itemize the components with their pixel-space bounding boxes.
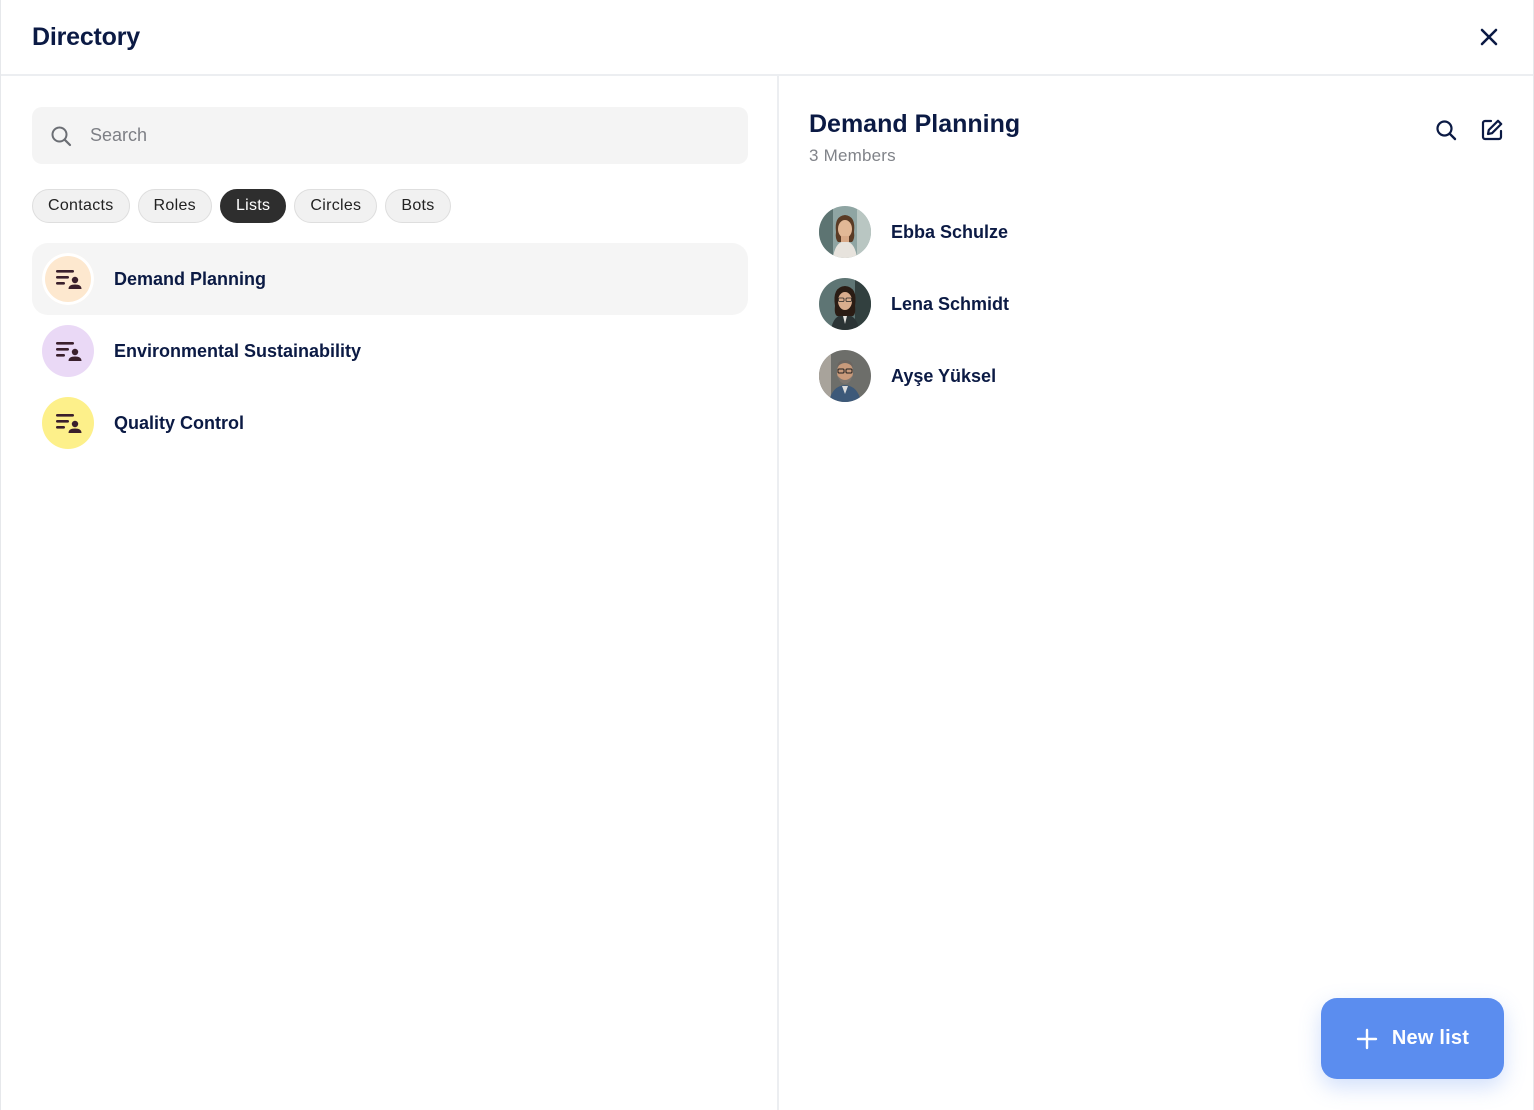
chip-label: Bots [401,197,435,214]
page-title: Directory [32,22,140,51]
search-icon [51,126,72,146]
avatar [819,350,871,402]
member-name: Lena Schmidt [891,293,1010,314]
search-input[interactable] [90,125,710,146]
member-count: 3 Members [809,146,896,165]
edit-icon [1481,119,1503,141]
list-person-icon [56,342,82,361]
search-box[interactable] [32,107,748,164]
filter-chips: Contacts Roles Lists Circles Bots [32,189,451,223]
chip-label: Contacts [48,197,114,214]
list-label: Demand Planning [114,268,267,289]
search-icon [1436,120,1457,141]
avatar-photo [819,350,871,402]
chip-circles[interactable]: Circles [294,189,378,223]
list-label: Quality Control [114,412,244,433]
list-item-quality-control[interactable]: Quality Control [32,387,748,459]
member-row[interactable]: Ayşe Yüksel [819,340,1499,412]
close-icon [1480,28,1498,46]
plus-icon [1356,1028,1378,1049]
member-name: Ayşe Yüksel [891,365,997,386]
avatar-photo [819,206,871,258]
close-button[interactable] [1475,23,1503,51]
chip-lists[interactable]: Lists [219,189,287,223]
member-name: Ebba Schulze [891,221,1009,242]
list-person-icon [56,270,82,289]
list-item-demand-planning[interactable]: Demand Planning [32,243,748,315]
new-list-label: New list [1391,1027,1470,1049]
avatar [819,278,871,330]
new-list-button[interactable]: New list [1321,998,1504,1079]
avatar-photo [819,278,871,330]
member-row[interactable]: Lena Schmidt [819,268,1499,340]
avatar [819,206,871,258]
left-pane: Contacts Roles Lists Circles Bots Demand… [1,76,779,1110]
detail-title: Demand Planning [809,110,1021,138]
list-person-icon [56,414,82,433]
list-avatar [42,325,94,377]
edit-list-button[interactable] [1478,116,1506,144]
chip-label: Circles [310,197,362,214]
search-members-button[interactable] [1432,116,1460,144]
chip-label: Lists [235,197,271,214]
member-row[interactable]: Ebba Schulze [819,196,1499,268]
chip-bots[interactable]: Bots [385,189,451,223]
list-collection: Demand Planning Environmental Sustainabi… [32,243,748,459]
chip-contacts[interactable]: Contacts [32,189,130,223]
detail-pane: Demand Planning 3 Members Ebba Schulze L… [781,76,1534,1110]
list-label: Environmental Sustainability [114,340,362,361]
member-list: Ebba Schulze Lena Schmidt Ayşe Yüksel [819,196,1499,412]
list-avatar [42,253,94,305]
header: Directory [1,0,1533,76]
chip-roles[interactable]: Roles [137,189,212,223]
list-avatar [42,397,94,449]
chip-label: Roles [153,197,196,214]
directory-window: Directory Contacts Roles Lists Circles B… [0,0,1534,1110]
list-item-environmental-sustainability[interactable]: Environmental Sustainability [32,315,748,387]
